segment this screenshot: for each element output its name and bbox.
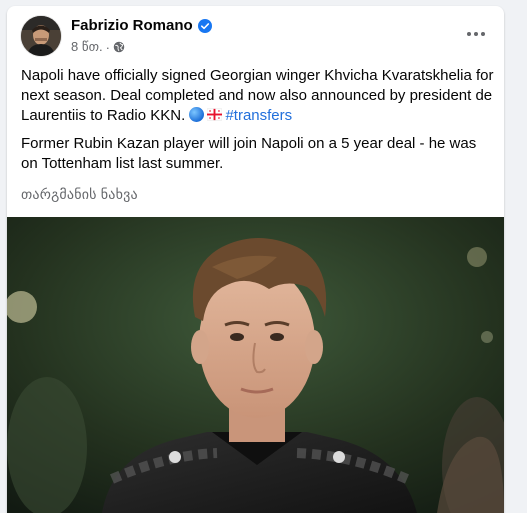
- author-name-row: Fabrizio Romano: [71, 17, 212, 34]
- globe-icon[interactable]: [113, 41, 125, 53]
- more-options-button[interactable]: [462, 20, 490, 48]
- emoji-group: [189, 107, 225, 122]
- more-dot: [474, 32, 478, 36]
- verified-badge-icon: [197, 18, 212, 33]
- georgia-flag-emoji: [207, 108, 223, 121]
- player-photo-image: [7, 217, 504, 513]
- post-paragraph-1: Napoli have officially signed Georgian w…: [21, 66, 495, 126]
- hashtag-transfers-link[interactable]: #transfers: [225, 107, 292, 124]
- player-photo[interactable]: [7, 217, 504, 513]
- avatar-image: [21, 16, 61, 56]
- see-translation-link[interactable]: თარგმანის ნახვა: [21, 186, 138, 203]
- more-dot: [481, 32, 485, 36]
- post-paragraph-2: Former Rubin Kazan player will join Napo…: [21, 135, 477, 172]
- author-name[interactable]: Fabrizio Romano: [71, 17, 193, 34]
- blue-circle-emoji: [189, 107, 205, 122]
- author-avatar[interactable]: [21, 16, 61, 56]
- post-timestamp[interactable]: 8 წთ.: [71, 39, 103, 55]
- meta-separator: ·: [105, 39, 110, 55]
- post-card: Fabrizio Romano 8 წთ. · Napoli have offi…: [7, 6, 504, 513]
- more-options-icon: [467, 32, 471, 36]
- post-header: Fabrizio Romano 8 წთ. ·: [7, 6, 504, 62]
- post-meta: 8 წთ. ·: [71, 39, 125, 55]
- post-body: Napoli have officially signed Georgian w…: [21, 66, 495, 182]
